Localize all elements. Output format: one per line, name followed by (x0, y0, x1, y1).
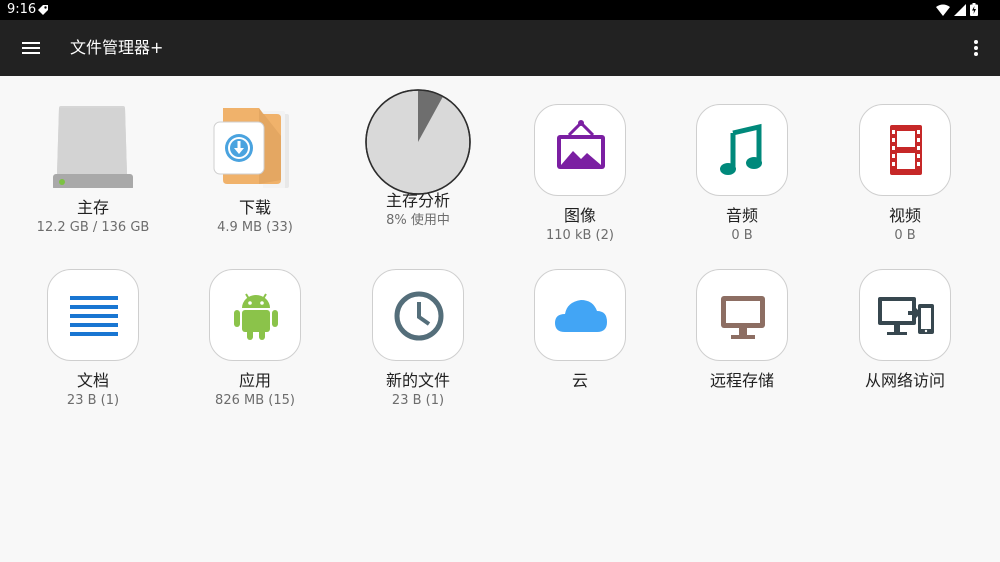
signal-icon (954, 3, 966, 16)
tile-label: 云 (571, 371, 588, 390)
film-icon (859, 104, 951, 196)
tile-label: 下载 (238, 198, 271, 217)
tile-recent-files[interactable]: 新的文件 23 B (1) (343, 269, 493, 409)
tile-label: 应用 (238, 371, 271, 390)
tile-images[interactable]: 图像 110 kB (2) (505, 104, 655, 244)
tile-label: 远程存储 (709, 371, 774, 390)
devices-icon (859, 269, 951, 361)
monitor-icon (696, 269, 788, 361)
tile-remote-storage[interactable]: 远程存储 (667, 269, 817, 393)
pie-chart-icon (365, 89, 471, 195)
tile-label: 文档 (76, 371, 109, 390)
tile-main-storage[interactable]: 主存 12.2 GB / 136 GB (18, 96, 168, 236)
tile-label: 新的文件 (385, 371, 450, 390)
more-options-icon[interactable] (968, 34, 984, 62)
tile-subtitle: 4.9 MB (33) (217, 220, 293, 235)
tile-subtitle: 23 B (1) (66, 393, 120, 408)
tile-subtitle: 110 kB (2) (546, 228, 614, 243)
status-icons (936, 3, 978, 16)
image-frame-icon (534, 104, 626, 196)
tile-label: 从网络访问 (864, 371, 945, 390)
tile-label: 图像 (563, 206, 596, 225)
notification-tag-icon (38, 5, 48, 15)
android-icon (209, 269, 301, 361)
download-folder-icon (209, 96, 301, 188)
battery-icon (970, 3, 978, 16)
app-bar: 文件管理器+ (0, 20, 1000, 76)
app-title: 文件管理器+ (70, 38, 164, 57)
tile-label: 主存 (76, 198, 109, 217)
tile-label: 音频 (725, 206, 758, 225)
drive-icon (47, 96, 139, 188)
tile-apps[interactable]: 应用 826 MB (15) (180, 269, 330, 409)
tile-label: 视频 (888, 206, 921, 225)
tile-downloads[interactable]: 下载 4.9 MB (33) (180, 96, 330, 236)
tile-subtitle: 8% 使用中 (386, 213, 450, 228)
tile-storage-analysis[interactable]: 主存分析 8% 使用中 (343, 89, 493, 229)
tile-subtitle: 23 B (1) (391, 393, 445, 408)
clock-icon (372, 269, 464, 361)
tile-audio[interactable]: 音频 0 B (667, 104, 817, 244)
tile-documents[interactable]: 文档 23 B (1) (18, 269, 168, 409)
tile-network-access[interactable]: 从网络访问 (830, 269, 980, 393)
tile-subtitle: 0 B (894, 228, 916, 243)
tile-subtitle: 0 B (731, 228, 753, 243)
wifi-icon (936, 4, 950, 16)
tile-cloud[interactable]: 云 (505, 269, 655, 393)
status-time: 9:16 (7, 2, 37, 17)
tile-subtitle: 826 MB (15) (215, 393, 295, 408)
menu-icon[interactable] (16, 35, 46, 61)
tile-video[interactable]: 视频 0 B (830, 104, 980, 244)
music-note-icon (696, 104, 788, 196)
tile-subtitle: 12.2 GB / 136 GB (36, 220, 150, 235)
cloud-icon (534, 269, 626, 361)
status-bar: 9:16 (0, 0, 1000, 20)
document-lines-icon (47, 269, 139, 361)
